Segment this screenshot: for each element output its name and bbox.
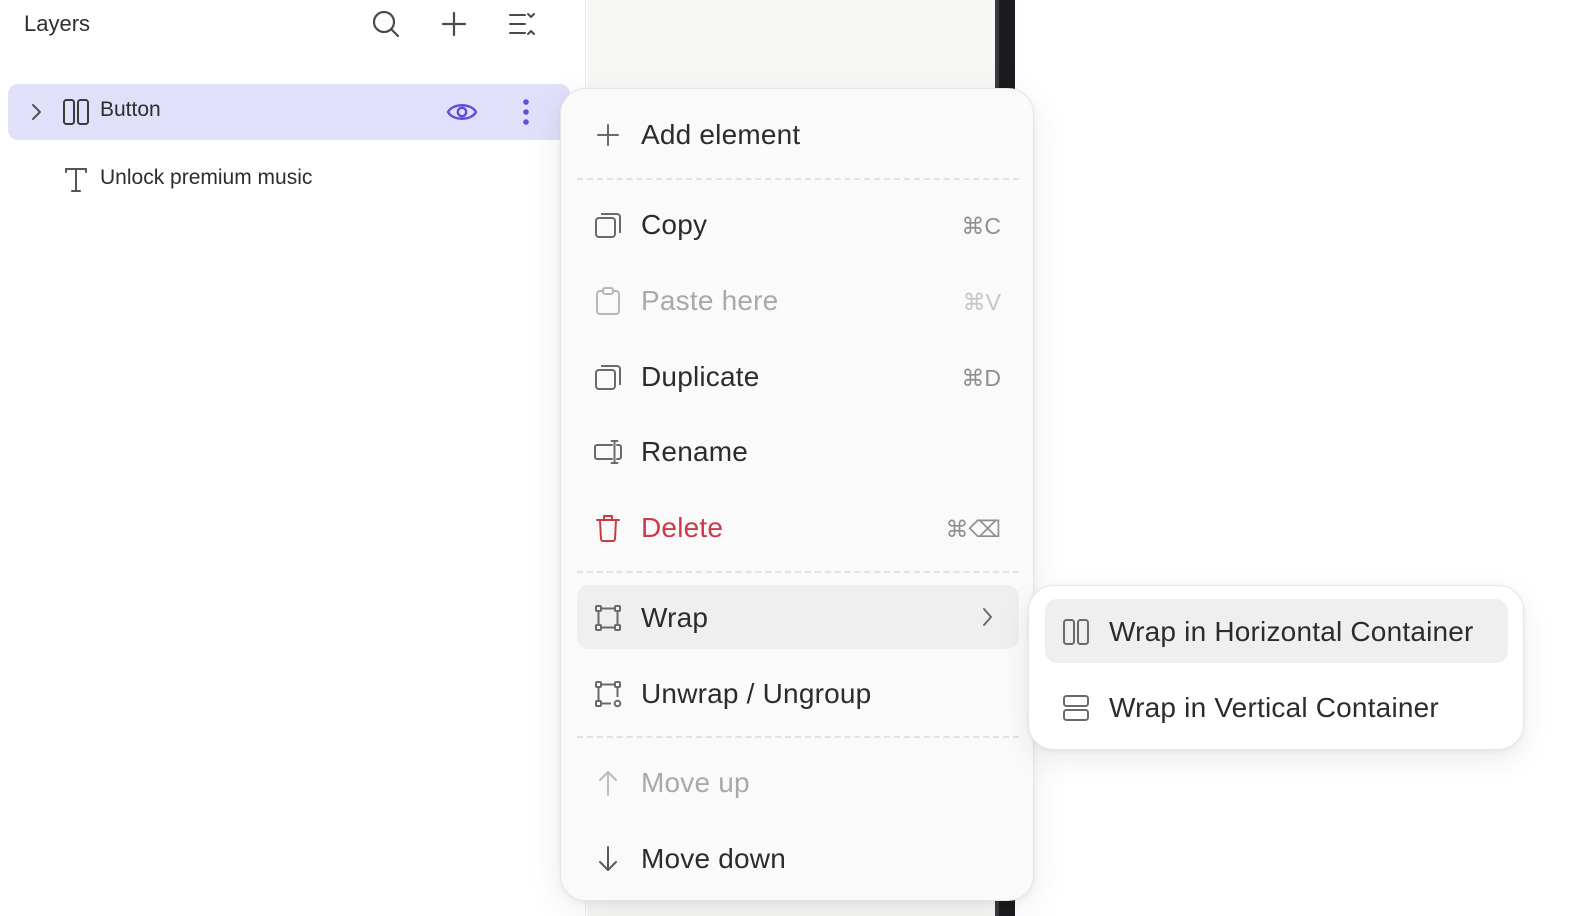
menu-item-rename[interactable]: Rename xyxy=(577,419,1019,483)
menu-item-label: Rename xyxy=(641,436,749,467)
arrow-up-icon xyxy=(591,768,625,798)
layer-row-button[interactable]: Button xyxy=(8,84,570,140)
menu-item-wrap[interactable]: Wrap xyxy=(577,585,1019,649)
shortcut-label: ⌘⌫ xyxy=(945,516,1001,542)
menu-item-label: Move up xyxy=(641,767,750,798)
menu-item-copy[interactable]: Copy ⌘C xyxy=(577,192,1019,256)
eye-icon[interactable] xyxy=(444,96,480,128)
menu-item-unwrap[interactable]: Unwrap / Ungroup xyxy=(577,661,1019,725)
duplicate-icon xyxy=(591,362,625,392)
menu-item-label: Duplicate xyxy=(641,361,760,392)
text-icon xyxy=(60,165,92,195)
arrow-down-icon xyxy=(591,844,625,874)
menu-item-add-element[interactable]: Add element xyxy=(577,102,1019,166)
menu-item-delete[interactable]: Delete ⌘⌫ xyxy=(577,495,1019,559)
menu-item-duplicate[interactable]: Duplicate ⌘D xyxy=(577,344,1019,408)
context-menu: Add element Copy ⌘C Paste here ⌘V Duplic… xyxy=(560,88,1034,901)
shortcut-label: ⌘C xyxy=(961,213,1001,239)
unwrap-icon xyxy=(591,679,625,709)
clipboard-icon xyxy=(591,286,625,316)
menu-item-label: Delete xyxy=(641,512,724,543)
wrap-submenu: Wrap in Horizontal Container Wrap in Ver… xyxy=(1028,585,1524,750)
menu-item-label: Wrap in Vertical Container xyxy=(1109,692,1439,723)
copy-icon xyxy=(591,210,625,240)
menu-item-move-up[interactable]: Move up xyxy=(577,750,1019,814)
plus-icon xyxy=(591,120,625,150)
menu-item-label: Wrap xyxy=(641,602,709,633)
horizontal-container-icon xyxy=(60,97,92,127)
layers-panel: Layers Button Unlock premium music xyxy=(0,0,586,916)
menu-separator xyxy=(577,178,1019,180)
layer-label: Unlock premium music xyxy=(100,166,313,189)
search-icon[interactable] xyxy=(370,8,402,40)
layer-row-text[interactable]: Unlock premium music xyxy=(8,152,570,208)
trash-icon xyxy=(591,513,625,543)
menu-item-label: Unwrap / Ungroup xyxy=(641,678,872,709)
menu-item-label: Paste here xyxy=(641,285,779,316)
layers-title: Layers xyxy=(24,11,91,36)
menu-item-label: Wrap in Horizontal Container xyxy=(1109,616,1474,647)
layer-label: Button xyxy=(100,98,161,121)
menu-separator xyxy=(577,736,1019,738)
menu-item-move-down[interactable]: Move down xyxy=(577,826,1019,890)
layers-header: Layers xyxy=(0,0,586,48)
submenu-item-wrap-vertical[interactable]: Wrap in Vertical Container xyxy=(1045,675,1508,739)
rename-icon xyxy=(591,437,625,467)
menu-item-label: Add element xyxy=(641,119,801,150)
shortcut-label: ⌘V xyxy=(962,289,1001,315)
vertical-container-icon xyxy=(1059,693,1093,723)
submenu-item-wrap-horizontal[interactable]: Wrap in Horizontal Container xyxy=(1045,599,1508,663)
collapse-all-icon[interactable] xyxy=(506,8,538,40)
chevron-right-icon xyxy=(975,605,999,629)
menu-item-paste-here[interactable]: Paste here ⌘V xyxy=(577,268,1019,332)
horizontal-container-icon xyxy=(1059,617,1093,647)
more-options-icon[interactable] xyxy=(514,96,538,128)
wrap-icon xyxy=(591,603,625,633)
add-icon[interactable] xyxy=(438,8,470,40)
menu-item-label: Move down xyxy=(641,843,786,874)
menu-item-label: Copy xyxy=(641,209,708,240)
shortcut-label: ⌘D xyxy=(961,365,1001,391)
menu-separator xyxy=(577,571,1019,573)
chevron-right-icon[interactable] xyxy=(24,100,48,124)
